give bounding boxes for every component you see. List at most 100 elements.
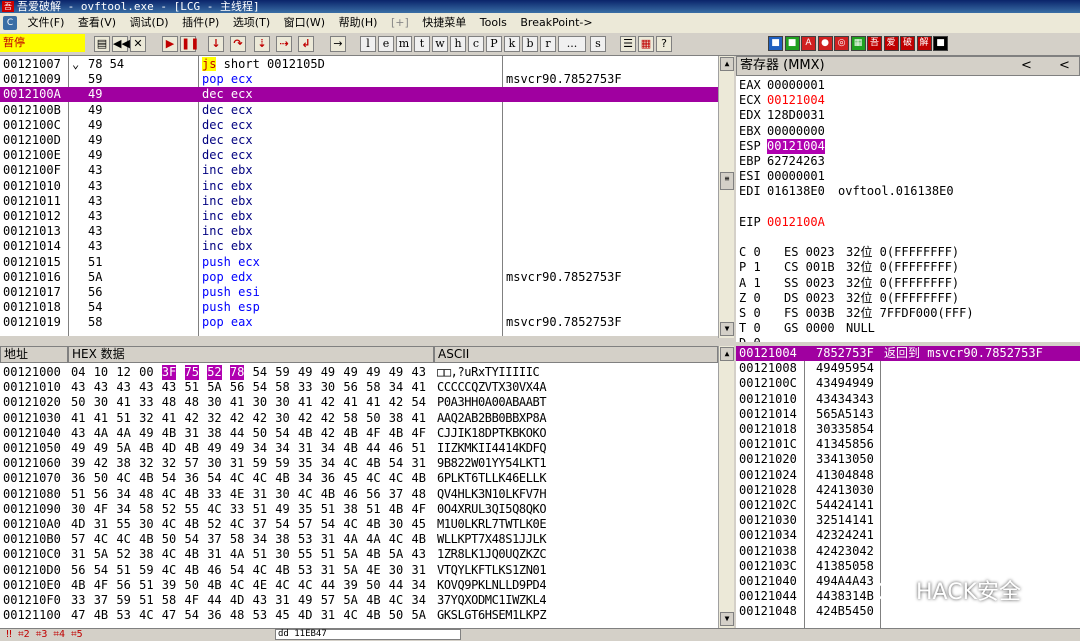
disasm-row[interactable]: 00121009 59 pop ecx msvcr90.7852753F (0, 72, 718, 87)
step-over-icon[interactable]: ↷ (230, 36, 246, 52)
dump-row[interactable]: 00121000 04 10 12 00 3F 75 52 78 54 59 49 49 49 49 49 43… (0, 365, 718, 380)
register-row[interactable]: EBX 00000000 (736, 124, 1080, 139)
close-icon[interactable]: ✕ (130, 36, 146, 52)
stack-row[interactable]: 0012102C 54424141 (736, 498, 1080, 513)
dump-row[interactable]: 001210D0 56 54 51 59 4C 4B 46 54 4C 4B 53 31 5A 4E 30 31… (0, 563, 718, 578)
open-icon[interactable]: ▤ (94, 36, 110, 52)
disasm-row[interactable]: 00121019 58 pop eax msvcr90.7852753F (0, 315, 718, 330)
disasm-row[interactable]: 00121014 43 inc ebx (0, 239, 718, 254)
run-trace-button[interactable]: ... (558, 36, 586, 52)
dump-row[interactable]: 001210A0 4D 31 55 30 4C 4B 52 4C 37 54 57 54 4C 4B 30 45… (0, 517, 718, 532)
stack-row-top[interactable]: 00121004 7852753F 返回到 msvcr90.7852753F (736, 346, 1080, 361)
dump-col-hex[interactable]: HEX 数据 (68, 346, 434, 363)
stack-row[interactable]: 00121034 42324241 (736, 528, 1080, 543)
execute-till-return-icon[interactable]: ↲ (298, 36, 314, 52)
executable-modules-button[interactable]: e (378, 36, 394, 52)
dump-col-address[interactable]: 地址 (0, 346, 68, 363)
disasm-row[interactable]: 00121018 54 push esp (0, 300, 718, 315)
disasm-row[interactable]: 00121010 43 inc ebx (0, 179, 718, 194)
stack-row[interactable]: 00121030 32514141 (736, 513, 1080, 528)
restart-icon[interactable]: ◀◀ (112, 36, 130, 52)
windows-button[interactable]: w (432, 36, 448, 52)
disasm-row[interactable]: 00121013 43 inc ebx (0, 224, 718, 239)
register-row[interactable] (736, 200, 1080, 215)
register-row[interactable]: EDX 128D0031 (736, 108, 1080, 123)
system-menu-icon[interactable]: C (3, 16, 17, 30)
register-row[interactable]: EIP 0012100A (736, 215, 1080, 230)
disasm-row[interactable]: 00121007 ⌄ 78 54 js short 0012105D (0, 57, 718, 72)
patches-button[interactable]: P (486, 36, 502, 52)
source-button[interactable]: s (590, 36, 606, 52)
stack-row[interactable]: 0012103C 41385058 (736, 559, 1080, 574)
stack-row[interactable]: 00121028 42413030 (736, 483, 1080, 498)
disasm-row[interactable]: 0012100D 49 dec ecx (0, 133, 718, 148)
dump-row[interactable]: 00121080 51 56 34 48 4C 4B 33 4E 31 30 4C 4B 46 56 37 48… (0, 487, 718, 502)
disasm-row[interactable]: 0012100E 49 dec ecx (0, 148, 718, 163)
plugin-button-5[interactable]: ◎ (834, 36, 849, 51)
disasm-row[interactable]: 0012100F 43 inc ebx (0, 163, 718, 178)
register-row[interactable]: P 1 CS 001B 32位 0(FFFFFFFF) (736, 260, 1080, 275)
help-icon[interactable]: ? (656, 36, 672, 52)
menu-plugins[interactable]: 插件(P) (177, 13, 224, 33)
scroll-down-icon[interactable]: ▼ (720, 322, 734, 336)
register-row[interactable]: D 0 (736, 336, 1080, 342)
dump-row[interactable]: 00121040 43 4A 4A 49 4B 31 38 44 50 54 4B 42 4B 4F 4B 4F… (0, 426, 718, 441)
dump-row[interactable]: 00121010 43 43 43 43 43 51 5A 56 54 58 33 30 56 58 34 41… (0, 380, 718, 395)
register-row[interactable]: C 0 ES 0023 32位 0(FFFFFFFF) (736, 245, 1080, 260)
handles-button[interactable]: h (450, 36, 466, 52)
register-row[interactable]: T 0 GS 0000 NULL (736, 321, 1080, 336)
scroll-up-icon[interactable]: ▲ (720, 57, 734, 71)
plugin-button-10[interactable]: 解 (916, 36, 932, 51)
registers-pane[interactable]: 寄存器 (MMX) < < EAX 00000001 ECX 00121004 EDX 1… (736, 56, 1080, 342)
trace-over-icon[interactable]: ⇢ (276, 36, 292, 52)
register-row[interactable]: ESI 00000001 (736, 169, 1080, 184)
memory-map-button[interactable]: m (396, 36, 412, 52)
scroll-down-icon[interactable]: ▼ (720, 612, 734, 626)
plugin-button-8[interactable]: 爱 (883, 36, 899, 51)
dump-row[interactable]: 00121020 50 30 41 33 48 48 30 41 30 30 41 42 41 41 42 54… (0, 395, 718, 410)
disasm-row[interactable]: 0012100C 49 dec ecx (0, 118, 718, 133)
disasm-row[interactable]: 00121012 43 inc ebx (0, 209, 718, 224)
dump-row[interactable]: 00121090 30 4F 34 58 52 55 4C 33 51 49 35 51 38 51 4B 4F… (0, 502, 718, 517)
dump-row[interactable]: 001210B0 57 4C 4C 4B 50 54 37 58 34 38 53 31 4A 4A 4C 4B… (0, 532, 718, 547)
disasm-row[interactable]: 00121016 5A pop edx msvcr90.7852753F (0, 270, 718, 285)
plugin-button-1[interactable]: ■ (768, 36, 783, 51)
register-row[interactable]: EDI 016138E0 ovftool.016138E0 (736, 184, 1080, 199)
scroll-up-icon[interactable]: ▲ (720, 347, 734, 361)
goto-icon[interactable]: → (330, 36, 346, 52)
dump-row[interactable]: 00121070 36 50 4C 4B 54 36 54 4C 4C 4B 34 36 45 4C 4C 4B… (0, 471, 718, 486)
menu-window[interactable]: 窗口(W) (279, 13, 330, 33)
stack-row[interactable]: 00121008 49495954 (736, 361, 1080, 376)
register-row[interactable]: ESP 00121004 (736, 138, 1080, 154)
register-row[interactable]: S 0 FS 003B 32位 7FFDF000(FFF) (736, 306, 1080, 321)
menu-view[interactable]: 查看(V) (73, 13, 121, 33)
stack-row[interactable]: 00121024 41304848 (736, 468, 1080, 483)
call-stack-button[interactable]: k (504, 36, 520, 52)
dump-row[interactable]: 001210E0 4B 4F 56 51 39 50 4B 4C 4E 4C 4C 44 39 50 44 34… (0, 578, 718, 593)
scroll-thumb[interactable]: ≡ (720, 172, 734, 190)
registers-prev-icon[interactable]: < (1021, 57, 1032, 75)
plugin-button-9[interactable]: 破 (900, 36, 915, 51)
menu-options[interactable]: 选项(T) (228, 13, 275, 33)
register-row[interactable]: EBP 62724263 (736, 154, 1080, 169)
plugin-button-2[interactable]: ■ (784, 36, 800, 51)
menu-expand[interactable]: [+] (386, 13, 414, 33)
menu-breakpoint[interactable]: BreakPoint-> (515, 13, 597, 33)
pause-icon[interactable]: ❚❚ (180, 36, 199, 52)
stack-row[interactable]: 00121014 565A5143 (736, 407, 1080, 422)
register-row[interactable]: ECX 00121004 (736, 93, 1080, 108)
disasm-row[interactable]: 0012100B 49 dec ecx (0, 103, 718, 118)
stack-row[interactable]: 0012101C 41345856 (736, 437, 1080, 452)
dump-col-ascii[interactable]: ASCII (434, 346, 718, 363)
stack-row[interactable]: 00121010 43434343 (736, 392, 1080, 407)
dump-row[interactable]: 00121030 41 41 51 32 41 42 32 42 42 30 42 42 58 50 38 41… (0, 411, 718, 426)
stack-row[interactable]: 00121038 42423042 (736, 544, 1080, 559)
list-icon[interactable]: ☰ (620, 36, 636, 52)
command-input[interactable]: dd 11EB47 (275, 629, 461, 640)
references-button[interactable]: r (540, 36, 556, 52)
register-row[interactable]: Z 0 DS 0023 32位 0(FFFFFFFF) (736, 291, 1080, 306)
plugin-button-11[interactable]: ■ (933, 36, 948, 51)
dump-row[interactable]: 001210C0 31 5A 52 38 4C 4B 31 4A 51 30 55 51 5A 4B 5A 43… (0, 547, 718, 562)
dump-row[interactable]: 00121060 39 42 38 32 32 57 30 31 59 59 35 34 4C 4B 54 31… (0, 456, 718, 471)
disasm-row[interactable]: 00121017 56 push esi (0, 285, 718, 300)
